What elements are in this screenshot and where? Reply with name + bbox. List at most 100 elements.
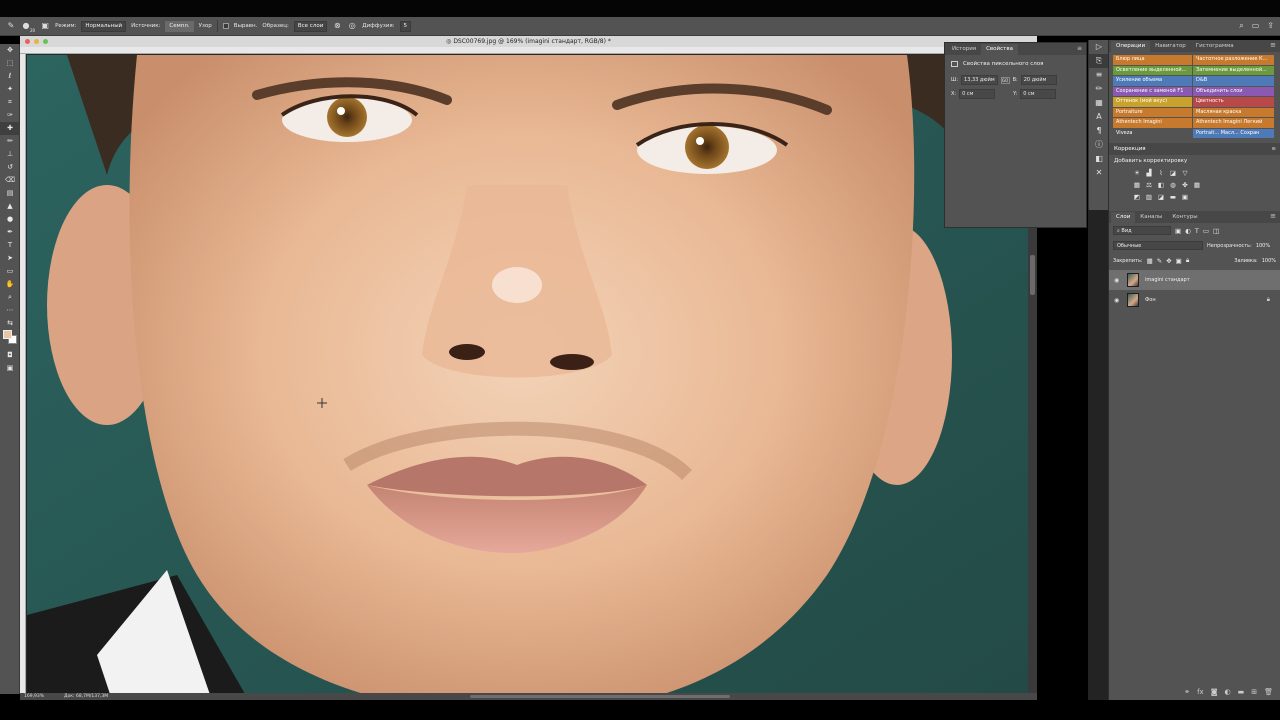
tab-channels[interactable]: Каналы (1135, 212, 1167, 223)
quick-select-tool-icon[interactable]: ✦ (0, 83, 20, 96)
vibrance-icon[interactable]: ▽ (1181, 169, 1189, 177)
tab-layers[interactable]: Слои (1111, 212, 1136, 223)
document-tab[interactable]: ◎ DSC00769.jpg @ 169% (imagini стандарт,… (20, 36, 1037, 47)
image-canvas[interactable] (27, 55, 1028, 693)
link-dimensions-icon[interactable]: GO (1000, 76, 1010, 84)
action-button[interactable]: Блюр лица (1113, 55, 1192, 65)
threshold-icon[interactable]: ◪ (1157, 193, 1165, 201)
tab-properties[interactable]: Свойства (981, 44, 1018, 55)
layer-lock-icon[interactable]: 🔒︎ (1267, 296, 1270, 304)
exposure-icon[interactable]: ◪ (1169, 169, 1177, 177)
x-field[interactable]: 0 см (959, 89, 996, 99)
screen-mode-icon[interactable]: ▣ (0, 362, 20, 375)
lock-all-icon[interactable]: 🔒︎ (1186, 256, 1189, 265)
eraser-tool-icon[interactable]: ⌫ (0, 174, 20, 187)
edit-toolbar-icon[interactable]: ⋯ (0, 304, 20, 317)
filter-adjustment-icon[interactable]: ◐ (1185, 227, 1191, 235)
marquee-tool-icon[interactable]: ⬚ (0, 57, 20, 70)
eyedropper-tool-icon[interactable]: ✑ (0, 109, 20, 122)
clone-stamp-tool-icon[interactable]: ⊥ (0, 148, 20, 161)
history-panel-icon[interactable]: ⎘ (1089, 54, 1109, 68)
photo-filter-icon[interactable]: ◍ (1169, 181, 1177, 189)
action-button[interactable]: Цветность (1193, 97, 1274, 107)
layer-row[interactable]: ◉ imagini стандарт (1109, 270, 1280, 290)
levels-icon[interactable]: ▟ (1145, 169, 1153, 177)
black-white-icon[interactable]: ◧ (1157, 181, 1165, 189)
actions-panel-icon[interactable]: ▷ (1089, 40, 1109, 54)
type-tool-icon[interactable]: T (0, 239, 20, 252)
shape-tool-icon[interactable]: ▭ (0, 265, 20, 278)
action-button[interactable]: Затемнение выделенной... (1193, 65, 1274, 75)
filter-type-icon[interactable]: T (1195, 227, 1199, 235)
filter-shape-icon[interactable]: ▭ (1203, 227, 1209, 235)
hue-saturation-icon[interactable]: ▦ (1133, 181, 1141, 189)
share-icon[interactable]: ⇪ (1267, 21, 1274, 31)
horizontal-ruler[interactable] (20, 47, 1037, 54)
filter-pixel-icon[interactable]: ▣ (1175, 227, 1181, 235)
action-button[interactable]: Усиление объема (1113, 76, 1192, 86)
search-icon[interactable]: ⌕ (1239, 21, 1243, 31)
crop-tool-icon[interactable]: ⌗ (0, 96, 20, 109)
visibility-eye-icon[interactable]: ◉ (1114, 277, 1121, 284)
y-field[interactable]: 0 см (1020, 89, 1057, 99)
action-button[interactable]: Athentech Imagini Легкий (1193, 118, 1274, 128)
mode-dropdown[interactable]: Нормальный (81, 20, 127, 32)
diffusion-input[interactable]: 5 (399, 20, 411, 32)
curves-icon[interactable]: ⌇ (1157, 169, 1165, 177)
channel-mixer-icon[interactable]: ✤ (1181, 181, 1189, 189)
pen-tool-icon[interactable]: ✒ (0, 226, 20, 239)
add-mask-icon[interactable]: ◙ (1211, 688, 1218, 696)
spot-healing-tool-icon[interactable]: ✎ (6, 21, 16, 31)
tab-navigator[interactable]: Навигатор (1150, 41, 1191, 52)
action-button[interactable]: D&B (1193, 76, 1274, 86)
pressure-size-icon[interactable]: ◎ (347, 21, 357, 31)
default-colors-icon[interactable]: ⇆ (0, 317, 20, 327)
invert-icon[interactable]: ◩ (1133, 193, 1141, 201)
panel-menu-icon[interactable]: ≡ (1270, 41, 1276, 49)
properties-panel-icon[interactable]: ≡ (1089, 68, 1109, 82)
vertical-ruler[interactable] (20, 54, 26, 694)
hand-tool-icon[interactable]: ✋ (0, 278, 20, 291)
tab-histogram[interactable]: Гистограмма (1191, 41, 1239, 52)
lock-image-icon[interactable]: ✎ (1157, 257, 1162, 265)
zoom-tool-icon[interactable]: ⌕ (0, 291, 20, 304)
delete-layer-icon[interactable]: 🗑︎ (1264, 688, 1273, 696)
action-button[interactable]: Осветление выделенной... (1113, 65, 1192, 75)
action-button[interactable]: Portraiture (1113, 107, 1192, 117)
panel-menu-icon[interactable]: ≡ (1077, 45, 1082, 52)
layer-style-icon[interactable]: fx (1197, 688, 1204, 696)
source-pattern-button[interactable]: Узор (199, 23, 212, 29)
close-window-icon[interactable] (25, 39, 30, 44)
dodge-tool-icon[interactable]: ● (0, 213, 20, 226)
lasso-tool-icon[interactable]: ℓ (0, 70, 20, 83)
opacity-value[interactable]: 100% (1256, 243, 1270, 249)
color-balance-icon[interactable]: ⚖ (1145, 181, 1153, 189)
action-button[interactable]: Сохранение с заменой F1 (1113, 86, 1192, 96)
tools-panel-icon[interactable]: ✕ (1089, 166, 1109, 180)
tab-actions[interactable]: Операции (1111, 41, 1151, 52)
brush-settings-icon[interactable]: ✏ (1089, 82, 1109, 96)
height-field[interactable]: 20 дюйм (1020, 75, 1057, 85)
history-brush-tool-icon[interactable]: ↺ (0, 161, 20, 174)
lock-artboard-icon[interactable]: ▣ (1176, 257, 1182, 265)
new-adjustment-icon[interactable]: ◐ (1225, 688, 1231, 696)
quick-mask-icon[interactable]: ◘ (0, 349, 20, 362)
fill-value[interactable]: 100% (1262, 258, 1276, 264)
foreground-color-swatch[interactable] (3, 330, 12, 339)
lock-position-icon[interactable]: ✥ (1166, 257, 1171, 265)
action-button[interactable]: Частотное разложение К... (1193, 55, 1274, 65)
lock-transparent-icon[interactable]: ▦ (1147, 257, 1153, 265)
selective-color-icon[interactable]: ▣ (1181, 193, 1189, 201)
workspace-icon[interactable]: ▭ (1252, 21, 1260, 31)
action-button[interactable]: Объединить слои (1193, 86, 1274, 96)
maximize-window-icon[interactable] (43, 39, 48, 44)
brightness-icon[interactable]: ☀ (1133, 169, 1141, 177)
visibility-eye-icon[interactable]: ◉ (1114, 297, 1121, 304)
ignore-adjustment-layers-icon[interactable]: ⊗ (332, 21, 342, 31)
action-button[interactable]: Оттенок (мой вкус) (1113, 97, 1192, 107)
zoom-level[interactable]: 169,93% (24, 694, 44, 699)
action-button[interactable]: Portrait... Масл... Сохран (1193, 128, 1274, 138)
action-button[interactable]: Athentech Imagini (1113, 118, 1192, 128)
posterize-icon[interactable]: ▨ (1145, 193, 1153, 201)
paragraph-panel-icon[interactable]: ¶ (1089, 124, 1109, 138)
